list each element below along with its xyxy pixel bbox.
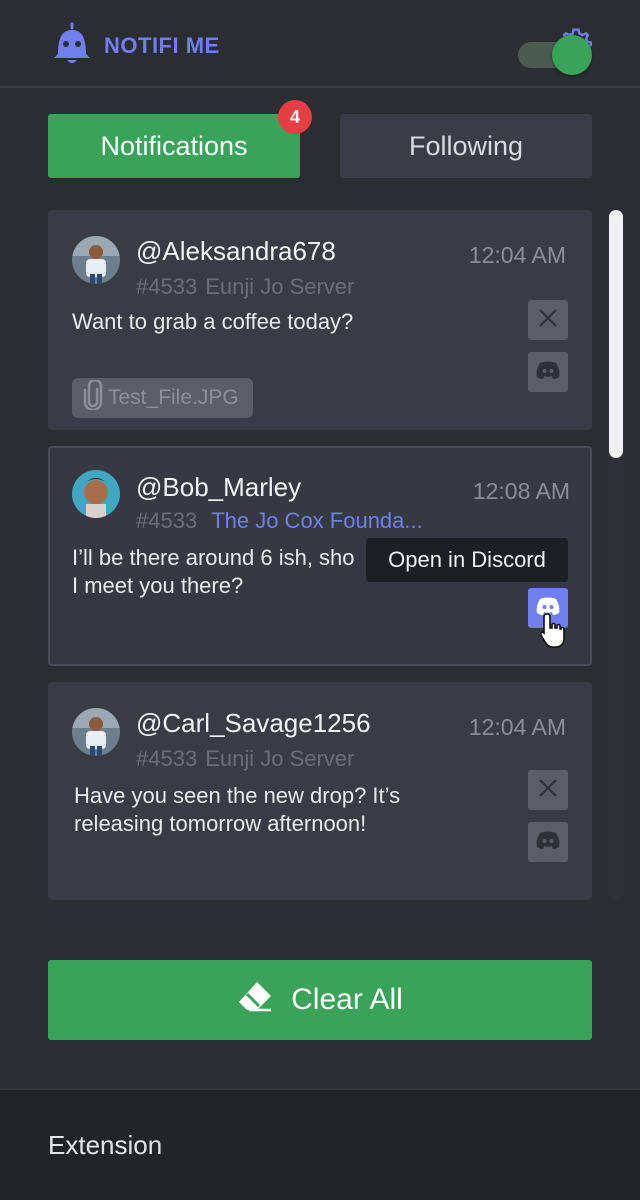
hand-cursor-icon xyxy=(539,612,566,655)
tab-following[interactable]: Following xyxy=(340,114,592,178)
bell-ghost-icon xyxy=(52,22,92,69)
dismiss-button[interactable] xyxy=(528,300,568,340)
discord-icon xyxy=(535,830,561,855)
user-tag: #4533 xyxy=(136,274,198,299)
message-text: Have you seen the new drop? It’s releasi… xyxy=(74,783,401,836)
channel-info: #4533 Eunji Jo Server xyxy=(136,274,354,300)
notification-count-badge: 4 xyxy=(278,100,312,134)
avatar xyxy=(72,708,120,756)
avatar xyxy=(72,470,120,518)
clear-all-label: Clear All xyxy=(291,983,403,1016)
extension-toggle-knob[interactable] xyxy=(552,35,592,75)
message-line: I’ll be there around 6 ish, sho xyxy=(72,545,355,570)
channel-info: #4533 The Jo Cox Founda... xyxy=(136,508,423,534)
tab-notifications-label: Notifications xyxy=(100,130,248,161)
close-icon xyxy=(538,308,558,333)
server-link[interactable]: The Jo Cox Founda... xyxy=(211,508,423,533)
server-name: Eunji Jo Server xyxy=(205,746,355,771)
brand: NOTIFI ME xyxy=(52,22,220,69)
message-line: I meet you there? xyxy=(72,573,244,598)
discord-icon xyxy=(535,360,561,385)
user-tag: #4533 xyxy=(136,746,198,771)
tab-notifications[interactable]: Notifications xyxy=(48,114,300,178)
paperclip-icon xyxy=(82,378,108,416)
timestamp: 12:08 AM xyxy=(472,478,570,504)
username[interactable]: @Bob_Marley xyxy=(136,472,301,503)
dismiss-button[interactable] xyxy=(528,770,568,810)
avatar xyxy=(72,236,120,284)
server-name: Eunji Jo Server xyxy=(205,274,355,299)
attachment-filename: Test_File.JPG xyxy=(108,386,239,409)
timestamp: 12:04 AM xyxy=(468,714,566,740)
message-text: I’ll be there around 6 ish, sho I meet y… xyxy=(72,544,402,600)
username[interactable]: @Aleksandra678 xyxy=(136,236,336,267)
timestamp: 12:04 AM xyxy=(468,242,566,268)
clear-all-button[interactable]: Clear All xyxy=(48,960,592,1040)
channel-info: #4533 Eunji Jo Server xyxy=(136,746,354,772)
eraser-icon xyxy=(237,980,291,1020)
user-tag: #4533 xyxy=(136,508,198,533)
close-icon xyxy=(538,778,558,803)
scrollbar-thumb[interactable] xyxy=(609,210,623,458)
open-discord-button[interactable] xyxy=(528,822,568,862)
username[interactable]: @Carl_Savage1256 xyxy=(136,708,371,739)
tab-following-label: Following xyxy=(408,130,524,161)
open-discord-button[interactable] xyxy=(528,352,568,392)
notification-card[interactable]: @Aleksandra678 12:04 AM #4533 Eunji Jo Se… xyxy=(48,210,592,430)
notification-card[interactable]: @Carl_Savage1256 12:04 AM #4533 Eunji Jo … xyxy=(48,682,592,900)
footer: Extension xyxy=(0,1088,640,1200)
message-text: Want to grab a coffee today? xyxy=(72,309,354,334)
app-title: NOTIFI ME xyxy=(104,32,220,58)
extension-label: Extension xyxy=(48,1130,163,1160)
tooltip: Open in Discord xyxy=(366,538,568,582)
attachment-chip[interactable]: Test_File.JPG xyxy=(72,378,253,418)
